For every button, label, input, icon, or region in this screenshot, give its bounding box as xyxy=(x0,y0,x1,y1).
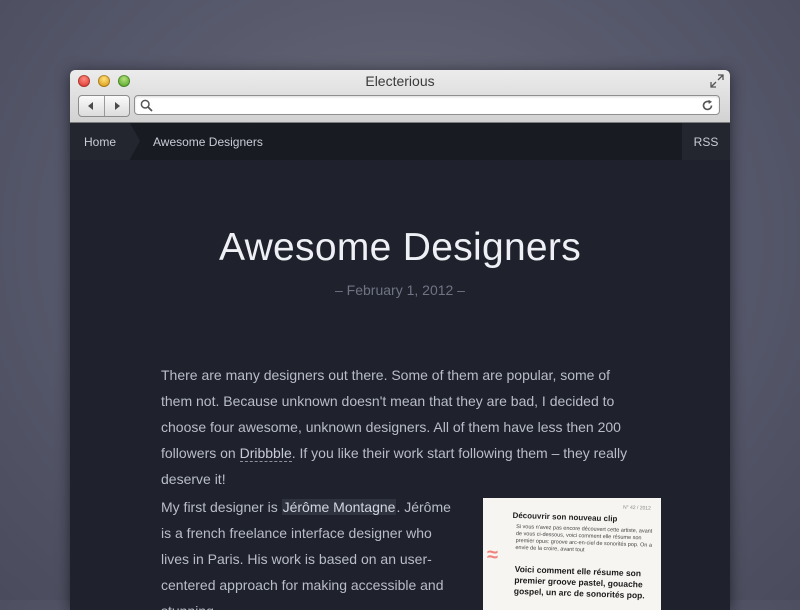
back-arrow-icon xyxy=(88,102,94,110)
forward-button[interactable] xyxy=(103,96,130,116)
breadcrumb-separator xyxy=(130,123,140,159)
site-navigation: Home Awesome Designers RSS xyxy=(70,123,730,160)
designer-paragraph: My first designer is Jérôme Montagne. Jé… xyxy=(161,494,461,610)
browser-toolbar: Electerious xyxy=(70,70,730,123)
intro-paragraph: There are many designers out there. Some… xyxy=(161,362,641,492)
post-date: – February 1, 2012 – xyxy=(335,282,465,298)
designer-text: My first designer is xyxy=(161,499,282,515)
dribbble-link[interactable]: Dribbble xyxy=(239,445,292,462)
address-input[interactable] xyxy=(157,97,695,115)
breadcrumb-current-page[interactable]: Awesome Designers xyxy=(153,123,263,160)
rss-link[interactable]: RSS xyxy=(682,123,730,160)
designer-work-thumbnail[interactable]: N° 42 / 2012 Découvrir son nouveau clip … xyxy=(483,498,661,610)
thumbnail-heading: Découvrir son nouveau clip xyxy=(512,510,618,524)
thumbnail-quote: Voici comment elle résume son premier gr… xyxy=(513,563,645,601)
breadcrumb-home-link[interactable]: Home xyxy=(70,123,130,160)
fullscreen-icon[interactable] xyxy=(710,74,724,88)
thumbnail-meta: N° 42 / 2012 xyxy=(622,504,651,512)
back-button[interactable] xyxy=(79,96,104,116)
thumbnail-content: N° 42 / 2012 Découvrir son nouveau clip … xyxy=(486,502,659,602)
approx-symbol-icon: ≈ xyxy=(487,544,498,566)
article: Awesome Designers – February 1, 2012 – T… xyxy=(70,160,730,610)
search-icon xyxy=(140,99,153,112)
forward-arrow-icon xyxy=(114,102,120,110)
window-title: Electerious xyxy=(365,73,435,89)
reload-icon[interactable] xyxy=(701,99,714,112)
post-title: Awesome Designers xyxy=(218,226,582,269)
nav-button-group xyxy=(78,95,130,117)
browser-window: Electerious Home Awesome Designers RSS A… xyxy=(70,70,730,610)
address-bar xyxy=(134,95,720,115)
designer-name-link[interactable]: Jérôme Montagne xyxy=(281,499,397,515)
designer-text-end: . Jérôme is a french freelance interface… xyxy=(161,499,451,610)
thumbnail-body-text: Si vous n'avez pas encore découvert cett… xyxy=(515,523,653,554)
